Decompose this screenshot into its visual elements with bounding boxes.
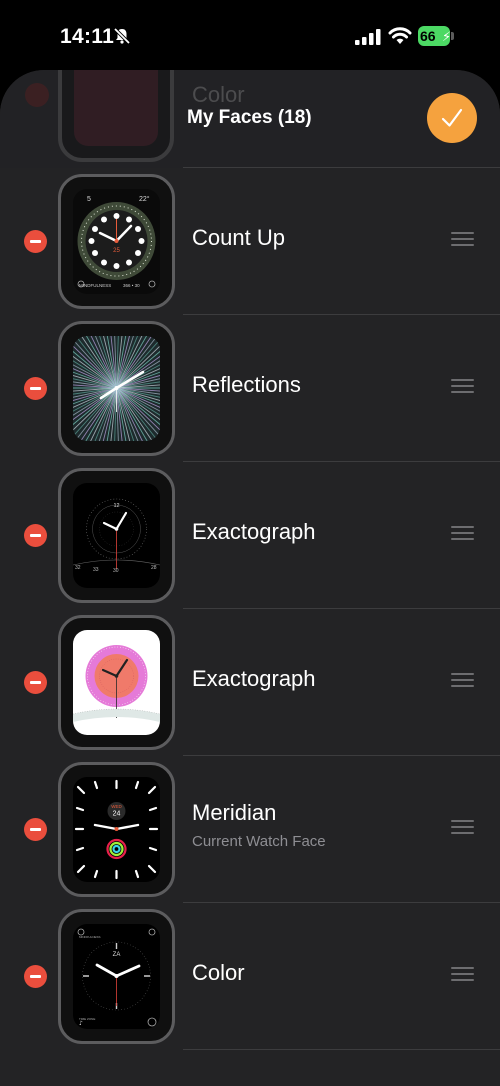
watch-screen [73,630,160,735]
status-bar: 14:11 66 ⚡ [0,0,500,72]
ghost-face-name: Color [192,82,245,107]
svg-text:25: 25 [113,248,120,254]
watch-face-thumbnail[interactable]: 25 5 22° MINDFULNESS 366 • 30 [58,174,175,309]
ghost-watch-thumbnail [58,70,174,162]
drag-handle-icon[interactable] [451,967,474,982]
header-separator [183,167,500,168]
face-name: Reflections [192,372,301,397]
delete-minus-icon[interactable] [24,818,47,841]
face-row[interactable]: ZA MINDFULNESS TIME ZONE ♪ Color [0,903,500,1050]
face-name: Exactograph [192,519,316,544]
drag-handle-icon[interactable] [451,820,474,835]
current-face-badge: Current Watch Face [192,833,326,850]
watch-face-thumbnail[interactable]: 12 32 33 30 28 [58,468,175,603]
face-name: Count Up [192,225,285,250]
my-faces-sheet: 25 5 22° MINDFULNESS 366 • 30 Count Up R… [0,70,500,1086]
checkmark-icon [441,108,463,127]
done-button[interactable] [427,93,477,143]
svg-text:WED: WED [111,804,122,809]
svg-text:366 • 30: 366 • 30 [123,283,140,288]
charging-bolt-icon: ⚡ [442,29,452,44]
svg-text:MINDFULNESS: MINDFULNESS [79,935,101,939]
svg-text:22°: 22° [139,195,150,203]
svg-text:28: 28 [151,565,157,571]
svg-text:24: 24 [113,811,121,818]
watch-face-thumbnail[interactable] [58,615,175,750]
watch-screen [73,336,160,441]
watch-screen: WED 24 [73,777,160,882]
watch-face-thumbnail[interactable]: ZA MINDFULNESS TIME ZONE ♪ [58,909,175,1044]
delete-minus-icon[interactable] [24,524,47,547]
page-title: My Faces (18) [187,107,312,128]
face-name: Color [192,960,245,985]
face-row[interactable]: 12 32 33 30 28 Exactograph [0,462,500,609]
cellular-signal-icon [355,29,381,45]
watch-screen: 12 32 33 30 28 [73,483,160,588]
ghost-minus-icon [25,83,49,107]
svg-text:ZA: ZA [113,952,121,958]
delete-minus-icon[interactable] [24,377,47,400]
face-row[interactable]: Reflections [0,315,500,462]
bell-slash-icon [113,27,131,45]
face-name: Meridian [192,800,277,825]
svg-text:5: 5 [87,196,91,203]
watch-face-thumbnail[interactable] [58,321,175,456]
drag-handle-icon[interactable] [451,673,474,688]
watch-face-thumbnail[interactable]: WED 24 [58,762,175,897]
delete-minus-icon[interactable] [24,965,47,988]
watch-screen: 25 5 22° MINDFULNESS 366 • 30 [73,189,160,294]
status-time: 14:11 [60,25,115,48]
battery-tip [451,32,454,40]
svg-text:12: 12 [113,503,119,509]
drag-handle-icon[interactable] [451,379,474,394]
svg-text:30: 30 [113,568,119,574]
delete-minus-icon[interactable] [24,230,47,253]
drag-handle-icon[interactable] [451,232,474,247]
face-row[interactable]: 25 5 22° MINDFULNESS 366 • 30 Count Up [0,168,500,315]
sheet-header: Color My Faces (18) [0,70,500,168]
drag-handle-icon[interactable] [451,526,474,541]
face-name: Exactograph [192,666,316,691]
svg-text:33: 33 [93,567,99,573]
svg-text:32: 32 [75,565,81,571]
watch-screen: ZA MINDFULNESS TIME ZONE ♪ [73,924,160,1029]
delete-minus-icon[interactable] [24,671,47,694]
face-row[interactable]: Exactograph [0,609,500,756]
battery-icon: 66 ⚡ [418,26,454,46]
row-separator [183,1049,500,1050]
svg-text:♪: ♪ [79,1020,83,1027]
wifi-icon [388,27,412,44]
face-row[interactable]: WED 24 Meridian Current Watch Face [0,756,500,903]
